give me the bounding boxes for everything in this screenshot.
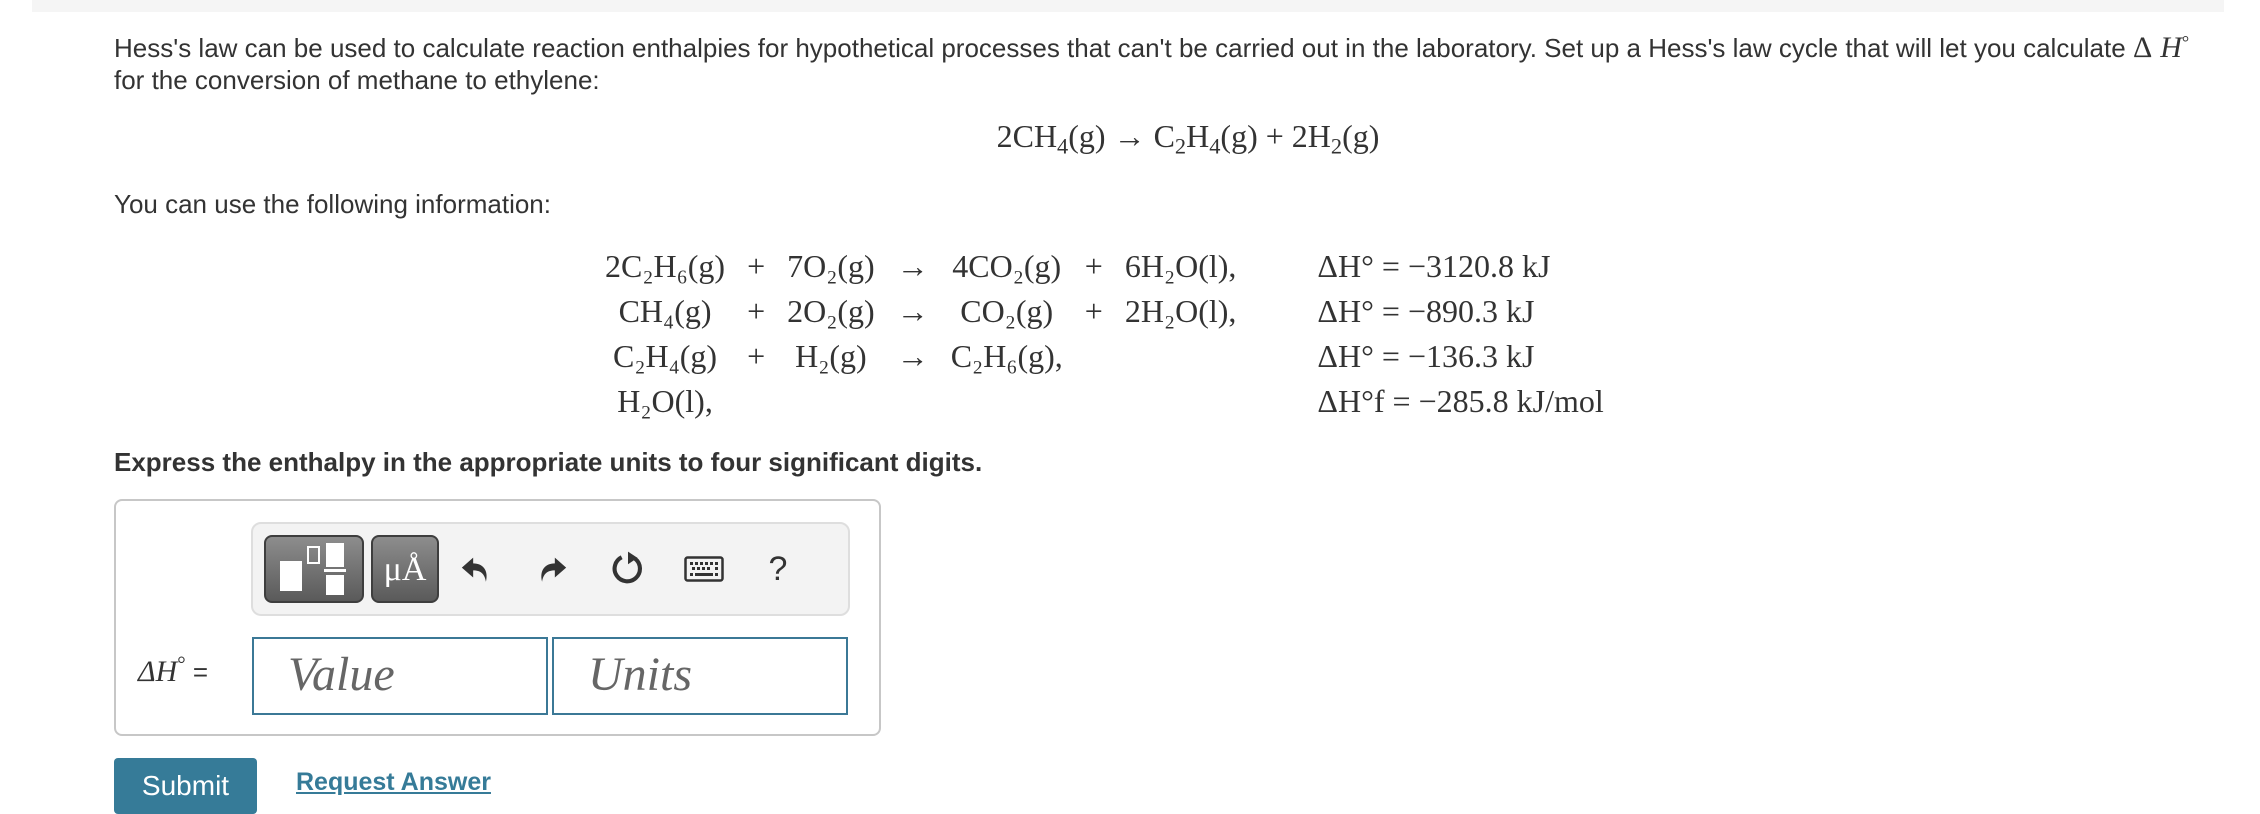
- degree-symbol: °: [177, 651, 186, 676]
- reaction-term: CO₂(g): [960, 293, 1054, 329]
- reaction-term: 4CO₂(g): [952, 248, 1062, 284]
- reaction-term: +: [1084, 293, 1103, 329]
- plus-sign: +: [1265, 118, 1284, 154]
- units-label: μÅ: [383, 551, 427, 588]
- intro-text-after: for the conversion of methane to ethylen…: [114, 65, 600, 95]
- reaction-term: 2C₂H₆(g): [605, 248, 726, 284]
- top-bar: [32, 0, 2224, 12]
- delta-h-label: ΔH° =: [138, 651, 209, 689]
- reaction-term: C₂H₄(g): [613, 338, 718, 374]
- reaction-term: H₂O(l),: [617, 383, 713, 419]
- element: H: [1186, 118, 1210, 154]
- enthalpy-value: ΔH° = −136.3 kJ: [1317, 338, 1535, 374]
- reactant-methane: 2CH: [996, 118, 1058, 154]
- reaction-term: 2H₂O(l),: [1124, 293, 1237, 329]
- reaction-term: +: [747, 248, 766, 284]
- answer-box: μÅ ? ΔH° = Value Units: [114, 499, 881, 736]
- reaction-term: →: [896, 293, 929, 329]
- reaction-term: +: [747, 338, 766, 374]
- keyboard-icon: [684, 556, 724, 582]
- reset-button[interactable]: [605, 546, 651, 592]
- reaction-term: [886, 379, 940, 424]
- enthalpy-value: ΔH°f = −285.8 kJ/mol: [1317, 383, 1604, 419]
- subscript: 4: [1209, 133, 1221, 159]
- state: (g): [1220, 118, 1258, 154]
- undo-button[interactable]: [453, 546, 499, 592]
- units-input[interactable]: Units: [552, 637, 848, 715]
- reaction-term: +: [747, 293, 766, 329]
- templates-button[interactable]: [264, 535, 364, 603]
- value-input[interactable]: Value: [252, 637, 548, 715]
- reaction-term: [776, 379, 886, 424]
- submit-button[interactable]: Submit: [114, 758, 257, 814]
- units-button[interactable]: μÅ: [371, 535, 439, 603]
- reaction-term: [1114, 379, 1248, 424]
- reaction-row: CH₄(g) +2O₂(g) → CO₂(g) +2H₂O(l), ΔH° = −890.…: [594, 289, 1615, 334]
- reaction-row: H₂O(l), ΔH°f = −285.8 kJ/mol: [594, 379, 1615, 424]
- degree-symbol: °: [2181, 31, 2190, 52]
- reaction-term: 7O₂(g): [787, 248, 875, 284]
- intro-text: Hess's law can be used to calculate reac…: [114, 33, 2133, 63]
- subscript: 2: [1330, 133, 1343, 159]
- subscript: 2: [1174, 133, 1187, 159]
- reaction-term: [1074, 379, 1114, 424]
- reaction-table: 2C₂H₆(g) +7O₂(g) → 4CO₂(g) +6H₂O(l), ΔH° = −3…: [594, 244, 1615, 424]
- reset-icon: [612, 551, 642, 584]
- request-answer-link[interactable]: Request Answer: [296, 768, 491, 797]
- reaction-term: 2O₂(g): [787, 293, 875, 329]
- enthalpy-value: ΔH° = −890.3 kJ: [1317, 293, 1535, 329]
- reaction-term: CH₄(g): [618, 293, 712, 329]
- equals-sign: =: [185, 657, 209, 687]
- reaction-term: [1114, 334, 1248, 379]
- reaction-term: [736, 379, 776, 424]
- instruction-text: Express the enthalpy in the appropriate …: [114, 447, 983, 477]
- undo-icon: [461, 557, 487, 582]
- reaction-term: →: [896, 338, 929, 374]
- h-symbol: H: [2160, 31, 2182, 64]
- reaction-term: +: [1084, 248, 1103, 284]
- state: (g): [1068, 118, 1106, 154]
- reaction-term: C₂H₆(g),: [950, 338, 1063, 374]
- reaction-row: 2C₂H₆(g) +7O₂(g) → 4CO₂(g) +6H₂O(l), ΔH° = −3…: [594, 244, 1615, 289]
- problem-intro: Hess's law can be used to calculate reac…: [114, 32, 2224, 96]
- state: (g): [1342, 118, 1380, 154]
- reaction-term: →: [896, 248, 929, 284]
- reaction-term: 6H₂O(l),: [1124, 248, 1237, 284]
- delta-symbol: Δ: [2132, 31, 2153, 64]
- help-button[interactable]: ?: [755, 546, 801, 592]
- reaction-row: C₂H₄(g) + H₂(g) → C₂H₆(g), ΔH° = −136.3 kJ: [594, 334, 1615, 379]
- keyboard-button[interactable]: [681, 546, 727, 592]
- reaction-term: H₂(g): [795, 338, 867, 374]
- product-ethylene: C: [1153, 118, 1175, 154]
- subscript: 4: [1057, 133, 1069, 159]
- reaction-term: [940, 379, 1074, 424]
- math-toolbar: μÅ ?: [251, 522, 850, 616]
- redo-icon: [541, 557, 567, 582]
- product-hydrogen: 2H: [1291, 118, 1331, 154]
- reaction-term: [1074, 334, 1114, 379]
- enthalpy-value: ΔH° = −3120.8 kJ: [1317, 248, 1551, 284]
- target-reaction: 2CH4(g) → C2H4(g) + 2H2(g): [0, 118, 2260, 159]
- redo-button[interactable]: [529, 546, 575, 592]
- delta-h-symbol: ΔH: [138, 655, 178, 688]
- templates-icon: [280, 543, 346, 595]
- reaction-arrow: →: [1113, 118, 1146, 154]
- info-label: You can use the following information:: [114, 189, 551, 219]
